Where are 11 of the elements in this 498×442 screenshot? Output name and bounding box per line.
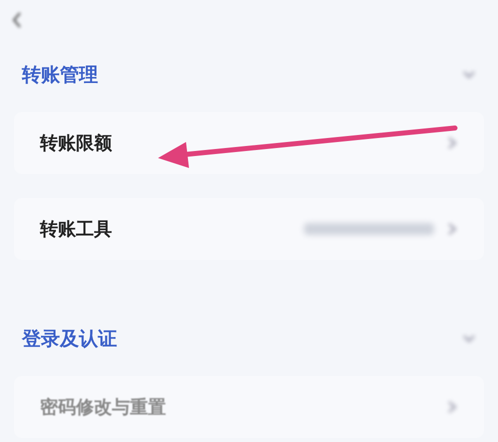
row-label: 转账工具 [40,218,112,242]
section-title: 转账管理 [22,62,98,88]
row-label: 密码修改与重置 [40,396,166,420]
chevron-right-icon [446,222,458,236]
settings-row[interactable]: 转账工具 [14,198,484,260]
back-icon[interactable] [12,12,22,28]
section-title: 登录及认证 [22,326,117,352]
chevron-right-icon [446,136,458,150]
chevron-right-icon [446,400,458,414]
row-label: 转账限额 [40,132,112,156]
settings-row[interactable]: 转账限额 [14,112,484,174]
